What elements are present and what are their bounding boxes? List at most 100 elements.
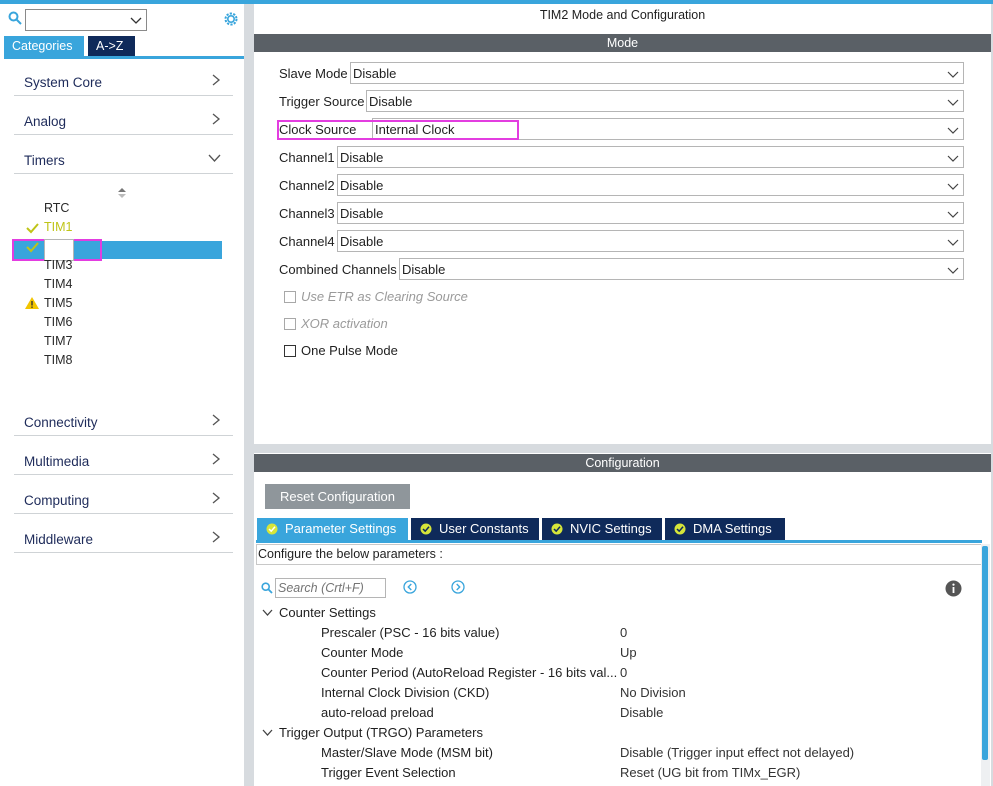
category-label: Middleware [24,532,94,547]
tab-label: User Constants [439,521,529,536]
select-value: Disable [340,178,384,193]
category-label: Connectivity [24,415,98,430]
timer-item-tim7[interactable]: TIM7 [44,334,72,348]
timer-item-tim1[interactable]: TIM1 [44,220,72,234]
parameter-search[interactable] [275,578,386,598]
gear-icon[interactable] [222,10,240,28]
timer-item-tim4[interactable]: TIM4 [44,277,72,291]
one-pulse-checkbox[interactable] [284,345,296,357]
category-label: System Core [24,75,103,90]
tab-dma-settings[interactable]: DMA Settings [665,518,785,540]
param-value[interactable]: Disable [620,705,663,720]
tab-parameter-settings[interactable]: Parameter Settings [257,518,408,540]
channel4-select[interactable]: Disable [337,230,964,252]
group-counter-settings[interactable]: Counter Settings [279,605,376,620]
previous-icon[interactable] [403,580,417,594]
category-search [6,7,242,31]
timer-item-tim6[interactable]: TIM6 [44,315,72,329]
field-label: Channel3 [279,206,335,221]
category-label: Multimedia [24,454,90,469]
xor-checkbox[interactable] [284,318,296,330]
tab-underline [256,540,982,543]
category-computing[interactable]: Computing [14,484,233,514]
param-value[interactable]: 0 [620,665,627,680]
field-label: Channel1 [279,150,335,165]
tab-user-constants[interactable]: User Constants [411,518,539,540]
param-name: Trigger Event Selection [321,765,456,780]
info-icon[interactable] [945,580,962,597]
chevron-down-icon[interactable] [262,609,273,617]
timer-item-tim5[interactable]: TIM5 [44,296,72,310]
select-value: Disable [353,66,397,81]
channel3-select[interactable]: Disable [337,202,964,224]
field-label: Slave Mode [279,66,348,81]
chevron-right-icon [212,492,221,504]
vertical-splitter[interactable] [245,4,254,786]
chevron-down-icon[interactable] [262,729,273,737]
param-name: Master/Slave Mode (MSM bit) [321,745,493,760]
param-value[interactable]: No Division [620,685,686,700]
group-trgo-parameters[interactable]: Trigger Output (TRGO) Parameters [279,725,483,740]
sort-icon[interactable] [117,187,127,199]
chevron-down-icon [947,183,959,190]
combined-channels-select[interactable]: Disable [399,258,964,280]
category-analog[interactable]: Analog [14,105,233,135]
channel1-select[interactable]: Disable [337,146,964,168]
channel2-select[interactable]: Disable [337,174,964,196]
configuration-header: Configuration [254,454,991,472]
timer-item-tim3[interactable]: TIM3 [44,258,72,272]
tab-nvic-settings[interactable]: NVIC Settings [542,518,662,540]
category-multimedia[interactable]: Multimedia [14,445,233,475]
next-icon[interactable] [451,580,465,594]
category-label: Computing [24,493,90,508]
left-panel: Categories A->Z System Core Analog Timer… [0,4,245,786]
check-icon [26,223,39,234]
param-value[interactable]: Reset (UG bit from TIMx_EGR) [620,765,800,780]
param-value[interactable]: Up [620,645,637,660]
tab-label: Parameter Settings [285,521,397,536]
etr-checkbox[interactable] [284,291,296,303]
chevron-right-icon [212,414,221,426]
slave-mode-select[interactable]: Disable [350,62,964,84]
chevron-right-icon [212,453,221,465]
category-timers[interactable]: Timers [14,144,233,174]
chevron-down-icon [947,99,959,106]
horizontal-splitter[interactable] [254,444,993,453]
chevron-down-icon[interactable] [130,14,142,26]
select-value: Disable [369,94,413,109]
select-value: Disable [340,150,384,165]
parameter-search-input[interactable] [276,579,385,597]
category-middleware[interactable]: Middleware [14,523,233,553]
category-label: Analog [24,114,67,129]
select-value: Disable [340,206,384,221]
etr-label: Use ETR as Clearing Source [301,289,468,304]
field-label: Trigger Source [279,94,365,109]
select-value: Disable [340,234,384,249]
check-circle-icon [551,523,563,535]
scrollbar-thumb[interactable] [982,546,988,760]
chevron-down-icon [947,267,959,274]
search-combo[interactable] [25,9,147,31]
mode-header: Mode [254,34,991,52]
tabs-underline [4,56,244,59]
tab-a-z[interactable]: A->Z [88,36,135,56]
reset-configuration-button[interactable]: Reset Configuration [265,484,410,509]
chevron-down-icon [947,211,959,218]
param-value[interactable]: Disable (Trigger input effect not delaye… [620,745,854,760]
check-circle-icon [420,523,432,535]
category-connectivity[interactable]: Connectivity [14,406,233,436]
check-circle-icon [266,523,278,535]
search-icon[interactable] [8,11,22,25]
category-system-core[interactable]: System Core [14,66,233,96]
chevron-down-icon [947,127,959,134]
trigger-source-select[interactable]: Disable [366,90,964,112]
tab-categories[interactable]: Categories [4,36,84,56]
annotation-highlight-clock-source [277,120,519,140]
timer-item-tim8[interactable]: TIM8 [44,353,72,367]
search-icon [261,582,273,594]
one-pulse-label: One Pulse Mode [301,343,398,358]
field-label: Channel4 [279,234,335,249]
param-value[interactable]: 0 [620,625,627,640]
timer-item-rtc[interactable]: RTC [44,201,69,215]
chevron-down-icon [947,71,959,78]
